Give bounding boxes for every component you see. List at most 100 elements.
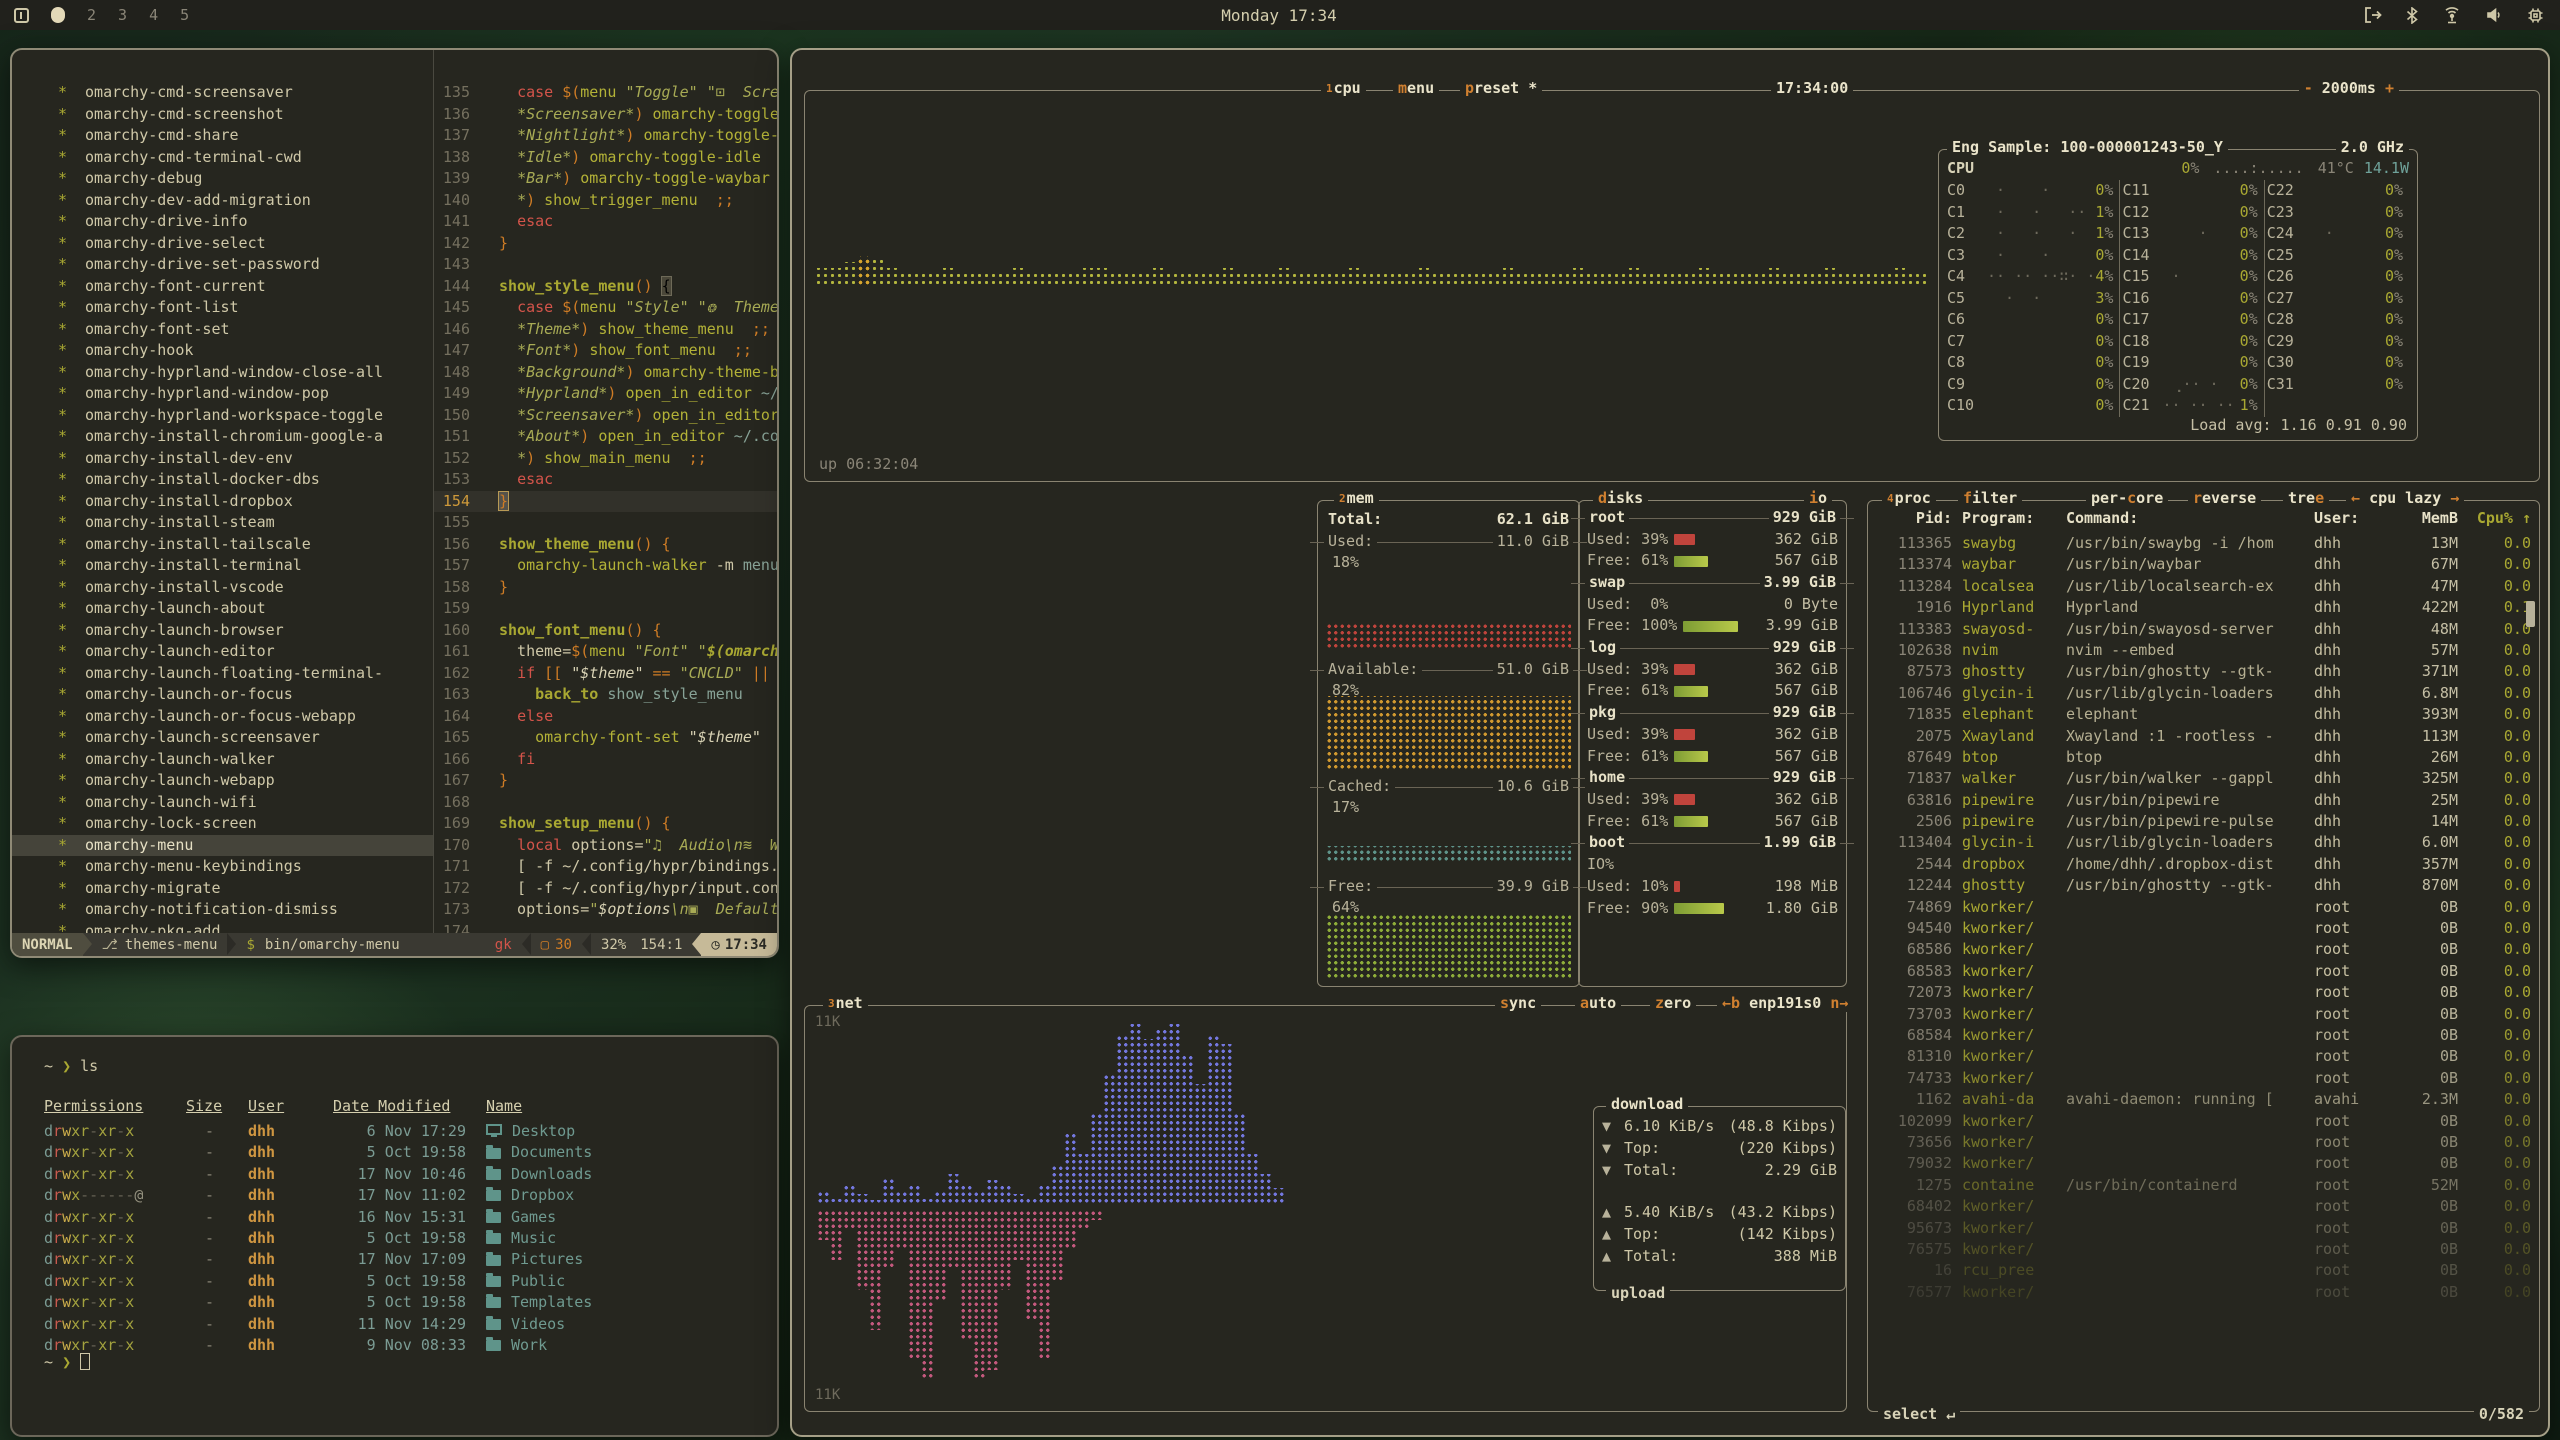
disks-box-title[interactable]: disks <box>1593 489 1648 507</box>
process-row[interactable]: 72073kworker/root0B0.0 <box>1876 982 2531 1003</box>
file-list-item[interactable]: *omarchy-install-terminal <box>12 555 433 577</box>
process-row[interactable]: 68586kworker/root0B0.0 <box>1876 939 2531 960</box>
process-scrollbar[interactable] <box>2526 601 2535 627</box>
file-list-item[interactable]: *omarchy-install-dropbox <box>12 491 433 513</box>
process-row[interactable]: 95673kworker/root0B0.0 <box>1876 1218 2531 1239</box>
auto-button[interactable]: auto <box>1575 994 1621 1012</box>
logout-icon[interactable] <box>2364 7 2382 23</box>
file-list-item[interactable]: *omarchy-font-list <box>12 297 433 319</box>
process-row[interactable]: 63816pipewire/usr/bin/pipewiredhh25M0.0 <box>1876 790 2531 811</box>
bluetooth-icon[interactable] <box>2406 7 2418 24</box>
process-row[interactable]: 102099kworker/root0B0.0 <box>1876 1111 2531 1132</box>
file-list-item[interactable]: *omarchy-drive-set-password <box>12 254 433 276</box>
process-row[interactable]: 68402kworker/root0B0.0 <box>1876 1196 2531 1217</box>
file-list-item[interactable]: *omarchy-dev-add-migration <box>12 190 433 212</box>
network-box-title[interactable]: 3net <box>823 994 868 1012</box>
process-row[interactable]: 81310kworker/root0B0.0 <box>1876 1046 2531 1067</box>
file-list-item[interactable]: *omarchy-font-set <box>12 319 433 341</box>
process-row[interactable]: 94540kworker/root0B0.0 <box>1876 918 2531 939</box>
file-list-item[interactable]: *omarchy-hyprland-window-pop <box>12 383 433 405</box>
memory-box-title[interactable]: 2mem <box>1334 489 1379 507</box>
process-table[interactable]: 113365swaybg/usr/bin/swaybg -i /homdhh13… <box>1876 533 2531 1405</box>
zero-button[interactable]: zero <box>1650 994 1696 1012</box>
file-list-item[interactable]: *omarchy-install-vscode <box>12 577 433 599</box>
process-row[interactable]: 87573ghostty/usr/bin/ghostty --gtk-dhh37… <box>1876 661 2531 682</box>
process-row[interactable]: 113404glycin-i/usr/lib/glycin-loadersdhh… <box>1876 832 2531 853</box>
process-row[interactable]: 1275containe/usr/bin/containerdroot52M0.… <box>1876 1175 2531 1196</box>
process-row[interactable]: 113365swaybg/usr/bin/swaybg -i /homdhh13… <box>1876 533 2531 554</box>
terminal-window[interactable]: ~ ❯ ls PermissionsSizeUserDate ModifiedN… <box>10 1035 779 1437</box>
file-list-item[interactable]: *omarchy-cmd-screenshot <box>12 104 433 126</box>
volume-icon[interactable] <box>2486 7 2503 23</box>
process-row[interactable]: 2506pipewire/usr/bin/pipewire-pulsedhh14… <box>1876 811 2531 832</box>
process-row[interactable]: 74733kworker/root0B0.0 <box>1876 1068 2531 1089</box>
file-list-item[interactable]: *omarchy-hook <box>12 340 433 362</box>
filter-button[interactable]: filter <box>1958 489 2022 507</box>
process-row[interactable]: 76575kworker/root0B0.0 <box>1876 1239 2531 1260</box>
file-list-item[interactable]: *omarchy-debug <box>12 168 433 190</box>
file-list-item[interactable]: *omarchy-hyprland-workspace-toggle <box>12 405 433 427</box>
process-row[interactable]: 71837walker/usr/bin/walker --gappldhh325… <box>1876 768 2531 789</box>
file-list-item[interactable]: *omarchy-launch-webapp <box>12 770 433 792</box>
io-mode-button[interactable]: io <box>1804 489 1832 507</box>
reverse-button[interactable]: reverse <box>2188 489 2261 507</box>
file-list-item[interactable]: *omarchy-install-steam <box>12 512 433 534</box>
file-list-item[interactable]: *omarchy-cmd-screensaver <box>12 82 433 104</box>
select-hint[interactable]: select ↵ <box>1878 1405 1960 1423</box>
process-box-title[interactable]: 4proc <box>1882 489 1936 507</box>
file-list-item[interactable]: *omarchy-migrate <box>12 878 433 900</box>
file-list-item[interactable]: *omarchy-launch-editor <box>12 641 433 663</box>
file-list-item[interactable]: *omarchy-hyprland-window-close-all <box>12 362 433 384</box>
process-row[interactable]: 113284localsea/usr/lib/localsearch-exdhh… <box>1876 576 2531 597</box>
update-interval[interactable]: - 2000ms + <box>2299 79 2399 97</box>
chip-icon[interactable] <box>2527 7 2544 24</box>
workspace-active[interactable] <box>51 7 65 23</box>
menu-button[interactable]: menu <box>1393 79 1439 97</box>
process-row[interactable]: 76577kworker/root0B0.0 <box>1876 1282 2531 1303</box>
file-list-item[interactable]: *omarchy-notification-dismiss <box>12 899 433 921</box>
file-list-item[interactable]: *omarchy-install-tailscale <box>12 534 433 556</box>
process-row[interactable]: 1162avahi-daavahi-daemon: running [avahi… <box>1876 1089 2531 1110</box>
sync-button[interactable]: sync <box>1495 994 1541 1012</box>
file-list-item[interactable]: *omarchy-launch-browser <box>12 620 433 642</box>
process-row[interactable]: 68584kworker/root0B0.0 <box>1876 1025 2531 1046</box>
file-list-item[interactable]: *omarchy-launch-walker <box>12 749 433 771</box>
preset-button[interactable]: preset * <box>1460 79 1542 97</box>
omarchy-logo-icon[interactable] <box>14 8 29 23</box>
file-path[interactable]: $bin/omarchy-menu <box>236 933 409 956</box>
workspace-5[interactable]: 5 <box>180 6 189 24</box>
file-list-item[interactable]: *omarchy-launch-wifi <box>12 792 433 814</box>
file-list-item[interactable]: *omarchy-launch-floating-terminal- <box>12 663 433 685</box>
process-row[interactable]: 87649btopbtopdhh26M0.0 <box>1876 747 2531 768</box>
interface-switcher[interactable]: ←b enp191s0 n→ <box>1717 994 1853 1012</box>
workspace-3[interactable]: 3 <box>118 6 127 24</box>
process-table-header[interactable]: Pid:Program:Command:User:MemBCpu% ↑ <box>1876 509 2531 527</box>
file-list-item[interactable]: *omarchy-menu-keybindings <box>12 856 433 878</box>
process-row[interactable]: 2075XwaylandXwayland :1 -rootless -dhh11… <box>1876 726 2531 747</box>
process-row[interactable]: 106746glycin-i/usr/lib/glycin-loadersdhh… <box>1876 683 2531 704</box>
per-core-button[interactable]: per-core <box>2086 489 2168 507</box>
workspace-4[interactable]: 4 <box>149 6 158 24</box>
file-list-item[interactable]: *omarchy-drive-info <box>12 211 433 233</box>
file-list-item[interactable]: *omarchy-install-chromium-google-a <box>12 426 433 448</box>
wifi-icon[interactable] <box>2442 7 2462 24</box>
file-list-item[interactable]: *omarchy-launch-or-focus-webapp <box>12 706 433 728</box>
sort-column-switcher[interactable]: ← cpu lazy → <box>2346 489 2464 507</box>
process-row[interactable]: 73656kworker/root0B0.0 <box>1876 1132 2531 1153</box>
file-list-item[interactable]: *omarchy-drive-select <box>12 233 433 255</box>
process-row[interactable]: 74869kworker/root0B0.0 <box>1876 897 2531 918</box>
file-list-item[interactable]: *omarchy-install-docker-dbs <box>12 469 433 491</box>
process-row[interactable]: 2544dropbox/home/dhh/.dropbox-distdhh357… <box>1876 854 2531 875</box>
shell-prompt[interactable]: ~ ❯ <box>44 1353 90 1371</box>
process-row[interactable]: 73703kworker/root0B0.0 <box>1876 1004 2531 1025</box>
file-list-item[interactable]: *omarchy-cmd-share <box>12 125 433 147</box>
cpu-box-title[interactable]: 1cpu <box>1321 79 1366 97</box>
process-row[interactable]: 1916HyprlandHyprlanddhh422M0.1 <box>1876 597 2531 618</box>
process-row[interactable]: 113383swayosd-/usr/bin/swayosd-serverdhh… <box>1876 619 2531 640</box>
process-row[interactable]: 16rcu_preeroot0B0.0 <box>1876 1260 2531 1281</box>
file-list-item[interactable]: *omarchy-install-dev-env <box>12 448 433 470</box>
process-row[interactable]: 71835elephantelephantdhh393M0.0 <box>1876 704 2531 725</box>
process-row[interactable]: 113374waybar/usr/bin/waybardhh67M0.0 <box>1876 554 2531 575</box>
git-branch[interactable]: ⎇themes-menu <box>92 933 228 956</box>
file-list-item[interactable]: *omarchy-cmd-terminal-cwd <box>12 147 433 169</box>
